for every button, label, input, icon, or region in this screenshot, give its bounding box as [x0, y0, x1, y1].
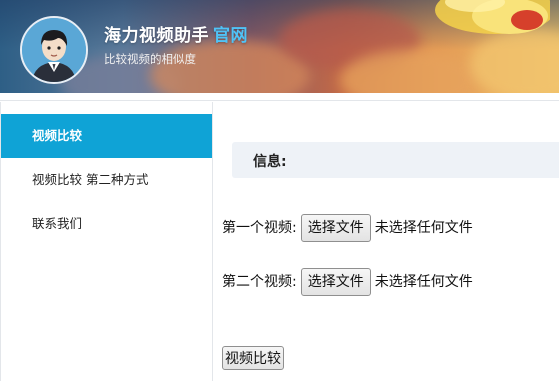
info-panel: 信息:: [232, 142, 559, 178]
site-title-accent-link[interactable]: 官网: [213, 26, 248, 46]
first-video-row: 第一个视频: 选择文件 未选择任何文件: [222, 213, 473, 243]
second-video-label: 第二个视频:: [222, 274, 297, 290]
compare-videos-button[interactable]: 视频比较: [222, 346, 284, 370]
first-video-file-status: 未选择任何文件: [374, 220, 473, 236]
second-video-file-status: 未选择任何文件: [374, 274, 473, 290]
first-video-choose-file-button[interactable]: 选择文件: [300, 214, 371, 242]
site-tagline: 比较视频的相似度: [104, 52, 196, 66]
site-header: 海力视频助手 官网 比较视频的相似度: [0, 0, 559, 93]
second-video-row: 第二个视频: 选择文件 未选择任何文件: [222, 267, 473, 297]
sidebar-item-video-compare-alt[interactable]: 视频比较 第二种方式: [1, 158, 212, 202]
avatar-portrait-icon: [22, 18, 86, 82]
sidebar: 视频比较 视频比较 第二种方式 联系我们: [0, 102, 213, 381]
first-video-label: 第一个视频:: [222, 220, 297, 236]
site-title-name: 海力视频助手: [104, 26, 209, 46]
info-label: 信息:: [253, 154, 287, 170]
site-title: 海力视频助手 官网: [104, 21, 248, 46]
avatar: [20, 16, 88, 84]
sidebar-item-video-compare[interactable]: 视频比较: [1, 114, 212, 158]
main-content: 信息: 第一个视频: 选择文件 未选择任何文件 第二个视频: 选择文件 未选择任何文件 …: [212, 102, 559, 381]
page-body: 视频比较 视频比较 第二种方式 联系我们 信息: 第一个视频: 选择文件 未选择任何…: [0, 100, 559, 381]
sidebar-item-contact-us[interactable]: 联系我们: [1, 202, 212, 246]
fireball-illustration: [435, 0, 550, 34]
second-video-choose-file-button[interactable]: 选择文件: [300, 268, 371, 296]
